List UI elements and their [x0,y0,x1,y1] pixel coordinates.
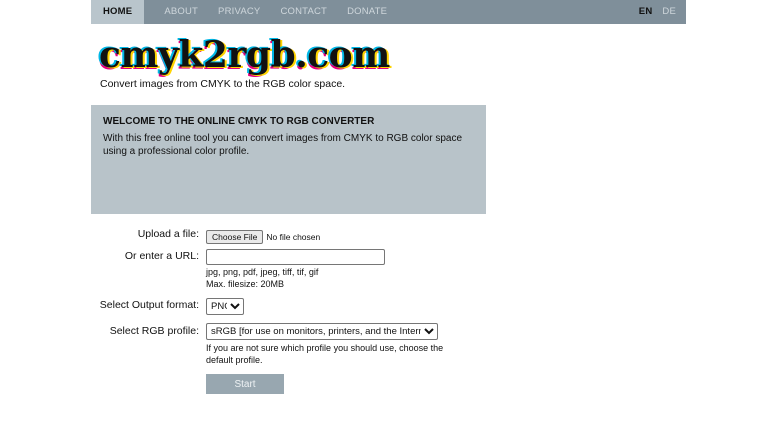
site-tagline: Convert images from CMYK to the RGB colo… [100,78,346,90]
upload-label: Upload a file: [137,228,199,240]
url-label: Or enter a URL: [124,250,199,262]
file-upload-field: Choose File No file chosen [206,227,320,245]
language-de[interactable]: DE [662,0,676,24]
formats-hint: jpg, png, pdf, jpeg, tiff, tif, gif [206,267,319,277]
rgb-profile-label: Select RGB profile: [109,325,199,337]
file-status-text: No file chosen [266,232,321,242]
nav-item-privacy[interactable]: PRIVACY [218,0,260,24]
welcome-panel: WELCOME TO THE ONLINE CMYK TO RGB CONVER… [91,105,486,214]
output-format-select[interactable]: PNG [206,298,244,315]
rgb-profile-select[interactable]: sRGB [for use on monitors, printers, and… [206,323,438,340]
welcome-text: With this free online tool you can conve… [103,133,463,157]
site-logo[interactable]: cmyk2rgb.com [99,34,390,76]
nav-item-donate[interactable]: DONATE [347,0,387,24]
filesize-hint: Max. filesize: 20MB [206,279,285,289]
top-navbar: HOME ABOUT PRIVACY CONTACT DONATE EN DE [91,0,686,24]
language-switcher: EN DE [639,0,676,24]
start-button[interactable]: Start [206,374,284,394]
language-en[interactable]: EN [639,0,653,24]
nav-item-about[interactable]: ABOUT [164,0,198,24]
url-input[interactable] [206,249,385,265]
output-format-label: Select Output format: [99,299,199,311]
nav-menu: HOME ABOUT PRIVACY CONTACT DONATE [91,0,387,24]
nav-item-contact[interactable]: CONTACT [280,0,327,24]
choose-file-button[interactable]: Choose File [206,230,264,244]
nav-item-home[interactable]: HOME [91,0,145,24]
profile-hint: If you are not sure which profile you sh… [206,343,444,365]
welcome-title: WELCOME TO THE ONLINE CMYK TO RGB CONVER… [103,116,375,127]
